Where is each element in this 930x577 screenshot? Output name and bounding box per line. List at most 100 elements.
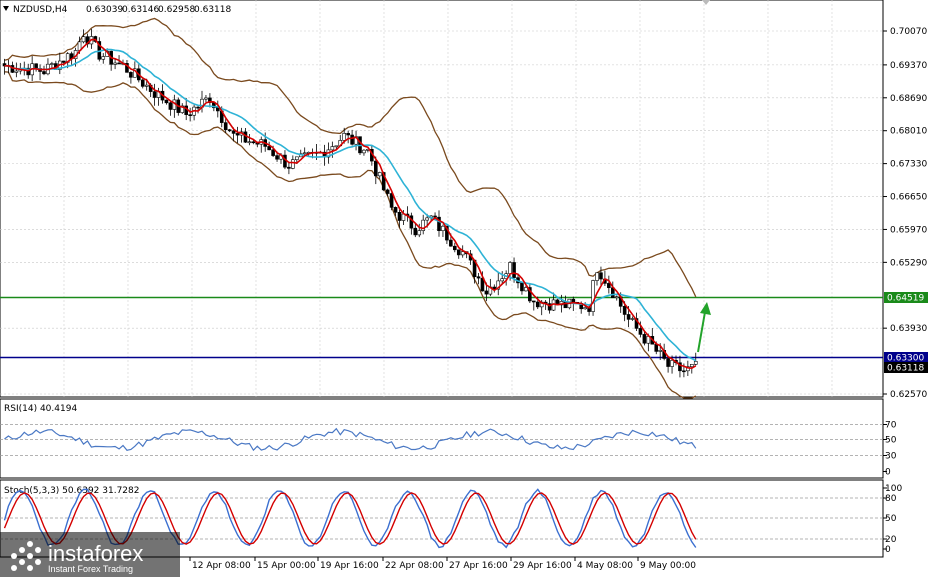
candle-body bbox=[251, 141, 256, 144]
chart-header-low: 0.62958 bbox=[158, 5, 195, 15]
stoch-tick-label: 0 bbox=[885, 545, 891, 555]
candle-body bbox=[271, 149, 275, 156]
price-tick-label: 0.68690 bbox=[890, 94, 927, 104]
candle-body bbox=[441, 225, 445, 232]
rsi-tick-label: 0 bbox=[885, 468, 891, 478]
candle-body bbox=[591, 280, 595, 312]
chart-header-high: 0.63146 bbox=[122, 5, 159, 15]
candle-body bbox=[373, 160, 378, 177]
time-tick-label: 27 Apr 16:00 bbox=[449, 561, 508, 571]
time-tick-label: 22 Apr 08:00 bbox=[385, 561, 444, 571]
candle-body bbox=[500, 278, 505, 282]
candle-body bbox=[531, 300, 536, 303]
rsi-tick-label: 30 bbox=[885, 452, 897, 462]
candle-body bbox=[512, 262, 516, 278]
candle-body bbox=[196, 106, 200, 109]
candle-body bbox=[607, 283, 611, 289]
candle-body bbox=[595, 272, 599, 281]
candle-body bbox=[389, 193, 394, 208]
candle-body bbox=[50, 63, 54, 65]
candle-body bbox=[223, 122, 228, 130]
candle-body bbox=[330, 146, 335, 151]
candle-body bbox=[583, 307, 587, 310]
candle-body bbox=[385, 189, 390, 194]
candle-body bbox=[689, 364, 694, 367]
stoch-tick-label: 20 bbox=[885, 535, 897, 545]
candle-body bbox=[630, 318, 635, 320]
candle-body bbox=[397, 212, 402, 221]
candle-body bbox=[204, 97, 208, 100]
candle-body bbox=[113, 62, 117, 65]
main-price-panel[interactable] bbox=[0, 0, 884, 398]
time-tick-label: 29 Apr 16:00 bbox=[513, 561, 572, 571]
candle-body bbox=[417, 230, 422, 236]
candle-body bbox=[413, 227, 418, 236]
rsi-label: RSI(14) 40.4194 bbox=[4, 404, 77, 414]
candle-body bbox=[294, 156, 299, 160]
price-tick-label: 0.68010 bbox=[890, 127, 927, 137]
price-tick-label: 0.65290 bbox=[890, 258, 927, 268]
candle-body bbox=[626, 314, 631, 320]
candle-body bbox=[524, 287, 528, 292]
candle-body bbox=[81, 36, 86, 43]
stoch-tick-label: 80 bbox=[885, 494, 897, 504]
candle-body bbox=[235, 133, 240, 136]
candle-body bbox=[393, 207, 398, 213]
candle-body bbox=[14, 70, 19, 73]
chart-window: NZDUSD,H4 0.63039 0.63146 0.62958 0.6311… bbox=[0, 0, 928, 577]
candle-body bbox=[291, 159, 295, 169]
chart-header-symbol: NZDUSD,H4 bbox=[13, 5, 68, 15]
price-tag-label: 0.63118 bbox=[887, 364, 924, 374]
price-tick-label: 0.66650 bbox=[890, 193, 927, 203]
candle-body bbox=[117, 62, 121, 65]
candle-body bbox=[152, 91, 157, 98]
candle-body bbox=[452, 245, 457, 251]
candle-body bbox=[216, 107, 220, 112]
candle-body bbox=[144, 84, 149, 87]
chart-header-close: 0.63118 bbox=[194, 5, 231, 15]
candle-body bbox=[449, 239, 453, 247]
candle-body bbox=[188, 114, 192, 116]
candle-body bbox=[377, 172, 382, 177]
candle-body bbox=[227, 129, 232, 132]
price-tag-label: 0.64519 bbox=[887, 294, 924, 304]
rsi-tick-label: 70 bbox=[885, 421, 897, 431]
candle-body bbox=[275, 155, 279, 160]
candle-body bbox=[247, 141, 252, 144]
watermark-tagline: Instant Forex Trading bbox=[48, 564, 133, 574]
watermark-brand: instaforex bbox=[48, 541, 143, 566]
candle-body bbox=[460, 251, 465, 256]
candle-body bbox=[61, 60, 66, 63]
candle-body bbox=[520, 282, 524, 292]
candle-body bbox=[101, 56, 106, 60]
candle-body bbox=[267, 146, 271, 151]
time-tick-label: 12 Apr 08:00 bbox=[192, 561, 251, 571]
candle-body bbox=[425, 217, 429, 221]
time-tick-label: 19 Apr 16:00 bbox=[320, 561, 379, 571]
candle-body bbox=[693, 361, 698, 365]
candle-body bbox=[484, 290, 489, 295]
candle-body bbox=[682, 370, 686, 373]
candle-body bbox=[129, 72, 133, 78]
candle-body bbox=[231, 130, 236, 134]
candle-body bbox=[302, 152, 307, 155]
time-axis: 12 Apr 08:00 15 Apr 00:00 19 Apr 16:00 22 A… bbox=[189, 557, 696, 571]
time-tick-label: 15 Apr 00:00 bbox=[257, 561, 316, 571]
candle-body bbox=[638, 328, 643, 335]
rsi-tick-label: 50 bbox=[885, 436, 897, 446]
stoch-tick-label: 50 bbox=[885, 514, 897, 524]
price-tick-label: 0.69370 bbox=[890, 61, 927, 71]
rsi-panel[interactable] bbox=[0, 398, 884, 479]
price-tick-label: 0.62570 bbox=[890, 390, 927, 400]
price-axis: 0.70070 0.69370 0.68690 0.68010 0.67330 0.666… bbox=[883, 27, 928, 400]
candle-body bbox=[350, 134, 354, 145]
candle-body bbox=[476, 276, 481, 279]
candle-body bbox=[622, 306, 627, 315]
candle-body bbox=[456, 249, 461, 256]
candle-body bbox=[666, 358, 670, 367]
stoch-tick-label: 100 bbox=[885, 484, 902, 494]
candle-body bbox=[658, 350, 663, 352]
candle-body bbox=[342, 133, 347, 141]
candle-body bbox=[362, 149, 366, 154]
time-tick-label: 4 May 08:00 bbox=[577, 561, 633, 571]
